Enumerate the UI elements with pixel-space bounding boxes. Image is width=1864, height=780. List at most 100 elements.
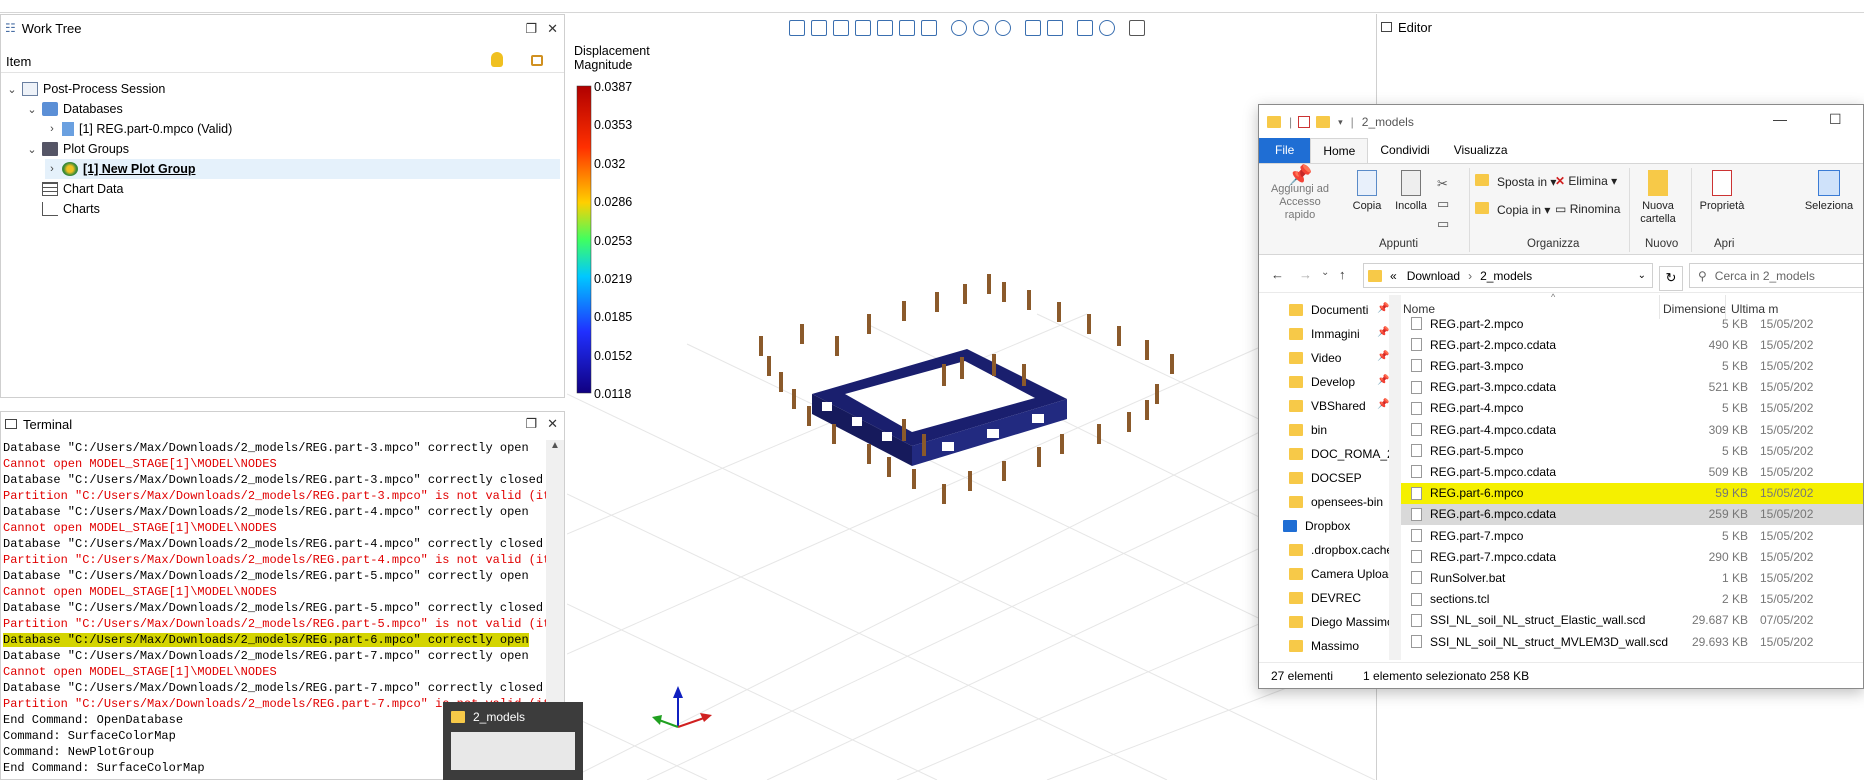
nav-item[interactable]: Dropbox xyxy=(1283,515,1350,537)
file-row[interactable]: REG.part-6.mpco 59 KB 15/05/202 xyxy=(1401,482,1863,504)
pin-icon[interactable]: 📌 xyxy=(1377,375,1389,386)
select-button[interactable]: Seleziona xyxy=(1799,170,1859,212)
minimize-icon[interactable]: — xyxy=(1773,111,1787,127)
taskbar-thumbnail[interactable]: 2_models xyxy=(443,702,583,780)
rename-icon: ▭ xyxy=(1555,202,1567,216)
breadcrumb-download[interactable]: Download xyxy=(1407,269,1460,283)
address-dropdown-icon[interactable]: ⌄ xyxy=(1638,270,1646,281)
new-folder-button[interactable]: Nuova cartella xyxy=(1635,170,1681,226)
nav-item[interactable]: DOC_ROMA_20 xyxy=(1289,443,1400,465)
terminal-line: Partition "C:/Users/Max/Downloads/2_mode… xyxy=(1,488,546,504)
nav-item[interactable]: bin xyxy=(1289,419,1327,441)
forward-arrow-icon[interactable]: → xyxy=(1299,267,1312,282)
pin-icon[interactable]: 📌 xyxy=(1377,303,1389,314)
file-row[interactable]: RunSolver.bat 1 KB 15/05/202 xyxy=(1401,567,1863,588)
collapse-icon[interactable]: ⌄ xyxy=(25,103,39,116)
lightbulb-icon[interactable] xyxy=(491,52,503,67)
tree-item-chart-data[interactable]: Chart Data xyxy=(39,179,123,199)
file-row[interactable]: REG.part-2.mpco 5 KB 15/05/202 xyxy=(1401,313,1863,334)
nav-item[interactable]: Diego Massimo xyxy=(1289,611,1394,633)
ribbon-divider xyxy=(1629,168,1630,252)
file-row[interactable]: REG.part-2.mpco.cdata 490 KB 15/05/202 xyxy=(1401,334,1863,355)
up-arrow-icon[interactable]: ↑ xyxy=(1339,267,1346,282)
back-arrow-icon[interactable]: ← xyxy=(1271,267,1284,282)
search-input[interactable]: ⚲ Cerca in 2_models xyxy=(1689,263,1863,288)
file-name: REG.part-2.mpco xyxy=(1430,316,1524,331)
move-to-button[interactable]: Sposta in ▾ xyxy=(1475,174,1556,189)
file-row[interactable]: REG.part-4.mpco 5 KB 15/05/202 xyxy=(1401,398,1863,419)
ribbon-tabs: File Home Condividi Visualizza xyxy=(1259,138,1863,164)
rename-button[interactable]: ▭ Rinomina xyxy=(1555,202,1620,216)
expand-icon[interactable]: › xyxy=(45,123,59,135)
nav-item[interactable]: Immagini xyxy=(1289,323,1360,345)
pin-quick-access-button[interactable]: 📌 Aggiungi ad Accesso rapido xyxy=(1265,166,1335,222)
copy-to-button[interactable]: Copia in ▾ xyxy=(1475,202,1550,217)
refresh-icon[interactable]: ↻ xyxy=(1659,266,1683,291)
pin-icon[interactable]: 📌 xyxy=(1377,399,1389,410)
paste-shortcut-icon[interactable]: ▭ xyxy=(1437,214,1449,234)
file-row[interactable]: REG.part-3.mpco.cdata 521 KB 15/05/202 xyxy=(1401,377,1863,398)
tab-home[interactable]: Home xyxy=(1310,138,1369,164)
nav-item[interactable]: Documenti xyxy=(1289,299,1368,321)
file-row[interactable]: REG.part-5.mpco 5 KB 15/05/202 xyxy=(1401,440,1863,461)
nav-item[interactable]: Massimo xyxy=(1289,635,1359,657)
file-row[interactable]: sections.tcl 2 KB 15/05/202 xyxy=(1401,589,1863,610)
tree-item-database-reg[interactable]: › [1] REG.part-0.mpco (Valid) xyxy=(45,119,232,139)
nav-item[interactable]: .dropbox.cache xyxy=(1289,539,1393,561)
collapse-icon[interactable]: ⌄ xyxy=(25,143,39,156)
dropdown-icon[interactable]: ▾ xyxy=(1338,117,1343,128)
delete-button[interactable]: ✕ Elimina ▾ xyxy=(1555,174,1617,188)
copy-path-icon[interactable]: ▭ xyxy=(1437,194,1449,214)
file-icon xyxy=(1411,571,1422,585)
paste-button[interactable]: Incolla xyxy=(1391,170,1431,212)
maximize-icon[interactable]: ☐ xyxy=(1829,111,1842,128)
nav-item[interactable]: DOCSEP xyxy=(1289,467,1362,489)
tab-view[interactable]: Visualizza xyxy=(1442,138,1520,164)
nav-item[interactable]: Video xyxy=(1289,347,1341,369)
file-icon xyxy=(1411,359,1422,373)
tree-item-charts[interactable]: Charts xyxy=(39,199,100,219)
tree-item-plot-groups[interactable]: ⌄ Plot Groups xyxy=(25,139,129,159)
expand-icon[interactable]: › xyxy=(45,163,59,175)
new-folder-icon[interactable] xyxy=(1316,116,1331,128)
nav-item[interactable]: Camera Upload xyxy=(1289,563,1395,585)
lock-icon[interactable] xyxy=(531,55,543,66)
navigation-pane: Documenti 📌 Immagini 📌 Video 📌 Develop 📌 VBShare… xyxy=(1259,295,1400,660)
tree-item-new-plot-group[interactable]: › [1] New Plot Group xyxy=(45,159,560,179)
copy-button[interactable]: Copia xyxy=(1349,170,1385,212)
nav-item[interactable]: Develop xyxy=(1289,371,1355,393)
file-row[interactable]: REG.part-7.mpco.cdata 290 KB 15/05/202 xyxy=(1401,546,1863,567)
breadcrumb-2-models[interactable]: 2_models xyxy=(1480,269,1532,283)
file-row[interactable]: SSI_NL_soil_NL_struct_MVLEM3D_wall.scd 29… xyxy=(1401,631,1863,652)
close-icon[interactable]: ✕ xyxy=(547,21,558,37)
pin-icon[interactable]: 📌 xyxy=(1377,327,1389,338)
restore-icon[interactable]: ❐ xyxy=(525,416,537,432)
restore-icon[interactable]: ❐ xyxy=(525,21,537,37)
tab-file[interactable]: File xyxy=(1259,138,1311,164)
file-row[interactable]: REG.part-6.mpco.cdata 259 KB 15/05/202 xyxy=(1401,503,1863,525)
file-row[interactable]: REG.part-4.mpco.cdata 309 KB 15/05/202 xyxy=(1401,419,1863,440)
item-column-label: Item xyxy=(6,54,32,69)
tab-share[interactable]: Condividi xyxy=(1368,138,1441,164)
cut-icon[interactable]: ✂ xyxy=(1437,174,1449,194)
file-row[interactable]: REG.part-5.mpco.cdata 509 KB 15/05/202 xyxy=(1401,461,1863,482)
file-row[interactable]: REG.part-3.mpco 5 KB 15/05/202 xyxy=(1401,355,1863,376)
terminal-line-text: Cannot open MODEL_STAGE[1]\MODEL\NODES xyxy=(3,457,277,471)
folder-icon xyxy=(1289,592,1303,604)
file-row[interactable]: REG.part-7.mpco 5 KB 15/05/202 xyxy=(1401,525,1863,546)
recent-dropdown-icon[interactable]: ⌄ xyxy=(1321,267,1329,278)
pin-icon[interactable]: 📌 xyxy=(1377,351,1389,362)
address-box[interactable]: « Download › 2_models ⌄ xyxy=(1363,263,1653,288)
nav-item[interactable]: DEVREC xyxy=(1289,587,1361,609)
properties-button[interactable]: Proprietà xyxy=(1697,170,1747,212)
close-icon[interactable]: ✕ xyxy=(547,416,558,432)
check-icon[interactable] xyxy=(1298,116,1311,128)
3d-viewport[interactable]: Displacement Magnitude 0.0387 0.0353 0.032… xyxy=(567,14,1375,780)
collapse-icon[interactable]: ⌄ xyxy=(5,83,19,96)
file-row[interactable]: SSI_NL_soil_NL_struct_Elastic_wall.scd 29… xyxy=(1401,610,1863,631)
nav-scrollbar[interactable] xyxy=(1389,295,1401,660)
tree-item-databases[interactable]: ⌄ Databases xyxy=(25,99,123,119)
nav-item[interactable]: opensees-bin xyxy=(1289,491,1383,513)
nav-item[interactable]: VBShared xyxy=(1289,395,1366,417)
tree-item-session[interactable]: ⌄ Post-Process Session xyxy=(5,79,165,99)
